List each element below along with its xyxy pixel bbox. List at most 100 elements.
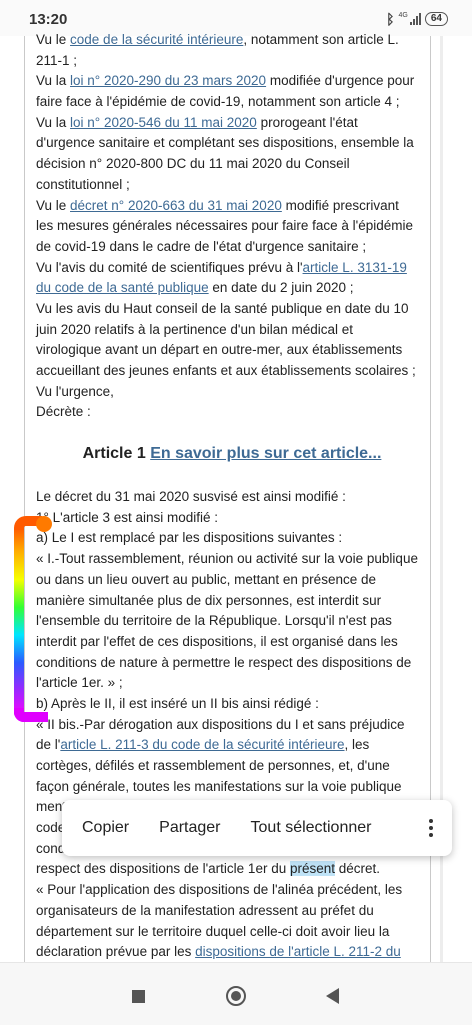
text-line: l'ensemble du territoire de la Républiqu… bbox=[36, 611, 428, 632]
text-line: Vu l'avis du comité de scientifiques pré… bbox=[36, 258, 428, 279]
text-segment: conditions de nature à permettre le resp… bbox=[36, 654, 412, 670]
text-segment: l'article 1er. » ; bbox=[36, 675, 123, 691]
bluetooth-icon: ᛒ bbox=[386, 11, 395, 27]
text-segment: Vu l'avis du comité de scientifiques pré… bbox=[36, 259, 303, 275]
text-segment: a) Le I est remplacé par les disposition… bbox=[36, 530, 343, 546]
text-segment: b) Après le II, il est inséré un II bis … bbox=[36, 695, 319, 711]
text-segment: modifiée d'urgence pour bbox=[266, 73, 415, 89]
text-segment: l'ensemble du territoire de la Républiqu… bbox=[36, 613, 392, 629]
text-segment: décision n° 2020-800 DC du 11 mai 2020 d… bbox=[36, 156, 350, 172]
text-line: b) Après le II, il est inséré un II bis … bbox=[36, 694, 428, 715]
text-segment: , notamment son article L. bbox=[243, 32, 399, 47]
legal-reference-link[interactable]: loi n° 2020-546 du 11 mai 2020 bbox=[70, 115, 257, 130]
legal-reference-link[interactable]: décret n° 2020-663 du 31 mai 2020 bbox=[70, 198, 282, 213]
text-segment: « II bis.-Par dérogation aux disposition… bbox=[36, 716, 405, 732]
text-line: Vu la loi n° 2020-290 du 23 mars 2020 mo… bbox=[36, 71, 428, 92]
text-segment: Décrète : bbox=[36, 404, 91, 420]
text-line: de l'article L. 211-3 du code de la sécu… bbox=[36, 735, 428, 756]
navigation-bar bbox=[0, 962, 472, 1025]
battery-icon: 64 bbox=[424, 12, 448, 26]
text-segment: , les bbox=[344, 737, 370, 753]
text-segment: de l' bbox=[36, 737, 61, 753]
text-segment: Le décret du 31 mai 2020 susvisé est ain… bbox=[36, 489, 346, 505]
legal-reference-link[interactable]: du code de la santé publique bbox=[36, 280, 209, 295]
text-line: accueillant des jeunes enfants et aux ét… bbox=[36, 361, 428, 382]
text-line: du code de la santé publique en date du … bbox=[36, 278, 428, 299]
text-line: Vu le décret n° 2020-663 du 31 mai 2020 … bbox=[36, 196, 428, 217]
text-segment: décret. bbox=[335, 861, 381, 877]
text-segment: interdit par l'effet de ces dispositions… bbox=[36, 633, 398, 649]
home-icon[interactable] bbox=[226, 986, 246, 1006]
selection-start-handle[interactable] bbox=[14, 524, 24, 718]
visas-block: Vu le code de la sécurité intérieure, no… bbox=[36, 30, 428, 423]
text-line: « Pour l'application des dispositions de… bbox=[36, 880, 428, 901]
text-segment: département sur le territoire duquel cel… bbox=[36, 923, 390, 939]
text-line: Vu les avis du Haut conseil de la santé … bbox=[36, 299, 428, 320]
signal-icon bbox=[409, 13, 421, 25]
select-all-button[interactable]: Tout sélectionner bbox=[241, 819, 382, 837]
text-segment: d'urgence sanitaire et complétant ses di… bbox=[36, 135, 414, 151]
network-type-label: 4G bbox=[398, 11, 408, 19]
copy-button[interactable]: Copier bbox=[72, 819, 139, 837]
text-segment: Vu la bbox=[36, 73, 71, 89]
text-segment: les mesures générales nécessaires pour f… bbox=[36, 218, 414, 234]
text-segment: juin 2020 relatifs à la pertinence d'un … bbox=[36, 321, 354, 337]
text-segment: constitutionnel ; bbox=[36, 176, 130, 192]
text-line: juin 2020 relatifs à la pertinence d'un … bbox=[36, 320, 428, 341]
more-options-icon[interactable] bbox=[428, 819, 434, 837]
text-segment: Vu l'urgence, bbox=[36, 383, 114, 399]
legal-reference-link[interactable]: dispositions de l'article L. 211-2 du bbox=[195, 944, 401, 959]
text-line: « I.-Tout rassemblement, réunion ou acti… bbox=[36, 549, 428, 570]
text-segment: en date du 2 juin 2020 ; bbox=[208, 280, 354, 296]
share-button[interactable]: Partager bbox=[149, 819, 230, 837]
text-segment: Vu le bbox=[36, 32, 71, 47]
article-title: Article 1 bbox=[82, 445, 146, 463]
text-line: façon générale, toutes les manifestation… bbox=[36, 777, 428, 798]
text-line: 211-1 ; bbox=[36, 51, 428, 72]
text-segment: accueillant des jeunes enfants et aux ét… bbox=[36, 363, 416, 378]
text-line: Vu l'urgence, bbox=[36, 382, 428, 403]
status-time: 13:20 bbox=[29, 11, 68, 28]
text-segment: déclaration prévue par les bbox=[36, 944, 196, 960]
text-line: Vu la loi n° 2020-546 du 11 mai 2020 pro… bbox=[36, 113, 428, 134]
selection-handle-cap-bottom bbox=[14, 708, 48, 722]
text-segment: ou dans un lieu ouvert au public, mettan… bbox=[36, 571, 376, 587]
text-selection-menu: Copier Partager Tout sélectionner bbox=[62, 800, 452, 856]
text-line: décision n° 2020-800 DC du 11 mai 2020 d… bbox=[36, 154, 428, 175]
text-segment: 1° L'article 3 est ainsi modifié : bbox=[36, 509, 219, 525]
text-line: cortèges, défilés et rassemblement de pe… bbox=[36, 756, 428, 777]
text-line: a) Le I est remplacé par les disposition… bbox=[36, 528, 428, 549]
text-segment: respect des dispositions de l'article 1e… bbox=[36, 861, 290, 877]
legal-reference-link[interactable]: code de la sécurité intérieure bbox=[70, 32, 243, 47]
text-segment: faire face à l'épidémie de covid-19, not… bbox=[36, 94, 400, 110]
text-segment: virologique avant un départ en outre-mer… bbox=[36, 342, 403, 358]
text-line: « II bis.-Par dérogation aux disposition… bbox=[36, 715, 428, 736]
text-segment: « Pour l'application des dispositions de… bbox=[36, 882, 403, 898]
text-line: respect des dispositions de l'article 1e… bbox=[36, 859, 428, 880]
legal-reference-link[interactable]: article L. 3131-19 bbox=[303, 260, 407, 275]
legal-reference-link[interactable]: article L. 211-3 du code de la sécurité … bbox=[60, 737, 344, 752]
text-segment: de covid-19 dans le cadre de l'état d'ur… bbox=[36, 238, 367, 254]
selection-handle-knob[interactable] bbox=[36, 516, 52, 532]
text-line: virologique avant un départ en outre-mer… bbox=[36, 340, 428, 361]
article-text-block: Le décret du 31 mai 2020 susvisé est ain… bbox=[36, 487, 428, 963]
selected-text: présent bbox=[289, 861, 335, 877]
text-segment: façon générale, toutes les manifestation… bbox=[36, 778, 402, 794]
text-line: manière simultanée plus de dix personnes… bbox=[36, 591, 428, 612]
text-line: ou dans un lieu ouvert au public, mettan… bbox=[36, 570, 428, 591]
back-icon[interactable] bbox=[326, 988, 339, 1004]
text-line: constitutionnel ; bbox=[36, 175, 428, 196]
page-border-left bbox=[24, 36, 25, 964]
text-segment: organisateurs de la manifestation adress… bbox=[36, 902, 374, 918]
text-segment: Vu les avis du Haut conseil de la santé … bbox=[36, 300, 409, 316]
text-line: Décrète : bbox=[36, 402, 428, 423]
text-line: de covid-19 dans le cadre de l'état d'ur… bbox=[36, 237, 428, 258]
text-line: interdit par l'effet de ces dispositions… bbox=[36, 632, 428, 653]
text-segment: cortèges, défilés et rassemblement de pe… bbox=[36, 758, 390, 773]
article-more-link[interactable]: En savoir plus sur cet article... bbox=[150, 445, 381, 462]
recent-apps-icon[interactable] bbox=[132, 990, 145, 1003]
text-segment: « I.-Tout rassemblement, réunion ou acti… bbox=[36, 551, 418, 567]
text-segment: Vu le bbox=[36, 197, 71, 213]
text-segment: 211-1 ; bbox=[36, 52, 78, 68]
legal-reference-link[interactable]: loi n° 2020-290 du 23 mars 2020 bbox=[70, 73, 266, 88]
